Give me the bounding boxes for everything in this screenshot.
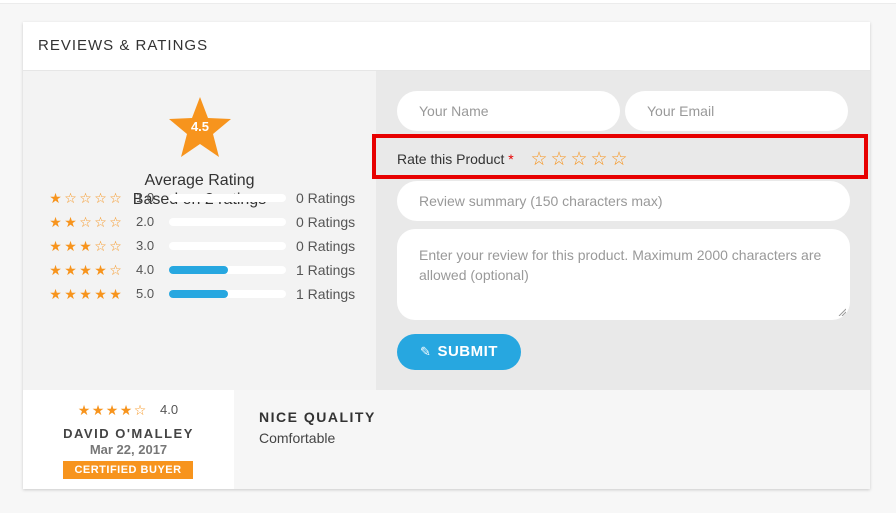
reviews-card: REVIEWS & RATINGS 4.5 Average Rating Bas…: [23, 22, 870, 489]
rate-star-icon[interactable]: ☆: [569, 148, 589, 171]
review-author: DAVID O'MALLEY: [63, 426, 194, 441]
review-title: NICE QUALITY: [259, 409, 376, 425]
star-filled-icon: ★: [49, 238, 62, 254]
row-count: 0 Ratings: [296, 190, 356, 206]
star-empty-icon: ☆: [94, 190, 107, 206]
review-rating-value: 4.0: [160, 402, 179, 417]
star-empty-icon: ☆: [109, 214, 122, 230]
row-value: 1.0: [136, 190, 155, 205]
row-stars: ★ ★ ★ ★ ★: [48, 286, 123, 302]
review-textarea[interactable]: Enter your review for this product. Maxi…: [397, 229, 850, 320]
rating-bar: [169, 242, 286, 250]
average-rating-value: 4.5: [190, 119, 210, 134]
rating-summary-pane: 4.5 Average Rating Based on 2 ratings ★☆…: [23, 71, 376, 390]
star-filled-icon: ★: [77, 402, 91, 418]
star-empty-icon: ☆: [109, 190, 122, 206]
star-filled-icon: ★: [105, 402, 119, 418]
certified-buyer-badge: CERTIFIED BUYER: [63, 461, 193, 479]
star-filled-icon: ★: [79, 286, 92, 302]
rate-product-text: Rate this Product: [397, 151, 505, 167]
rating-row: ★ ★ ★ ★ ★ 5.0 1 Ratings: [48, 284, 378, 304]
star-filled-icon: ★: [64, 238, 77, 254]
star-filled-icon: ★: [49, 214, 62, 230]
review-content-panel: NICE QUALITY Comfortable: [234, 390, 870, 489]
review-summary-input[interactable]: Review summary (150 characters max): [397, 181, 850, 221]
review-author-panel: ★★★★☆ 4.0 DAVID O'MALLEY Mar 22, 2017 CE…: [23, 390, 234, 489]
section-title: REVIEWS & RATINGS: [38, 37, 209, 54]
star-filled-icon: ★: [94, 262, 107, 278]
star-filled-icon: ★: [79, 262, 92, 278]
rating-bar: [169, 218, 286, 226]
row-count: 0 Ratings: [296, 238, 356, 254]
rating-row: ★ ★ ★ ☆ ☆ 3.0 0 Ratings: [48, 236, 378, 256]
rate-star-icon[interactable]: ☆: [549, 148, 569, 171]
review-textarea-placeholder: Enter your review for this product. Maxi…: [419, 247, 822, 283]
name-input[interactable]: Your Name: [397, 91, 620, 131]
resize-handle-icon[interactable]: [838, 308, 846, 316]
submit-button[interactable]: ✎ SUBMIT: [397, 334, 521, 370]
star-filled-icon: ★: [64, 286, 77, 302]
row-stars: ★ ★ ★ ★ ☆: [48, 262, 123, 278]
star-filled-icon: ★: [64, 262, 77, 278]
review-body: Comfortable: [259, 430, 336, 446]
star-filled-icon: ★: [49, 190, 62, 206]
star-empty-icon: ☆: [94, 238, 107, 254]
star-empty-icon: ☆: [64, 190, 77, 206]
review-stars: ★★★★☆: [77, 402, 147, 419]
rate-product-label: Rate this Product *: [397, 151, 514, 167]
star-filled-icon: ★: [119, 402, 133, 418]
row-count: 1 Ratings: [296, 286, 356, 302]
star-empty-icon: ☆: [79, 190, 92, 206]
row-count: 1 Ratings: [296, 262, 356, 278]
rate-star-icon[interactable]: ☆: [609, 148, 629, 171]
star-filled-icon: ★: [64, 214, 77, 230]
row-value: 3.0: [136, 238, 155, 253]
rating-bar-fill: [169, 266, 228, 274]
star-empty-icon: ☆: [109, 238, 122, 254]
star-empty-icon: ☆: [109, 262, 122, 278]
rate-star-icon[interactable]: ☆: [589, 148, 609, 171]
card-header: REVIEWS & RATINGS: [23, 22, 870, 71]
row-stars: ★ ☆ ☆ ☆ ☆: [48, 190, 123, 206]
star-filled-icon: ★: [109, 286, 122, 302]
rate-stars: ☆ ☆ ☆ ☆ ☆: [529, 148, 629, 171]
rating-bar-fill: [169, 290, 228, 298]
rating-bar: [169, 194, 286, 202]
review-date: Mar 22, 2017: [89, 442, 168, 457]
rating-bar: [169, 266, 286, 274]
star-filled-icon: ★: [91, 402, 105, 418]
rating-bar: [169, 290, 286, 298]
email-input[interactable]: Your Email: [625, 91, 848, 131]
star-empty-icon: ☆: [133, 402, 147, 418]
top-divider: [0, 0, 896, 4]
star-empty-icon: ☆: [79, 214, 92, 230]
star-filled-icon: ★: [49, 286, 62, 302]
rate-product-field: Rate this Product * ☆ ☆ ☆ ☆ ☆: [372, 134, 868, 179]
star-empty-icon: ☆: [94, 214, 107, 230]
star-filled-icon: ★: [49, 262, 62, 278]
row-count: 0 Ratings: [296, 214, 356, 230]
edit-icon: ✎: [420, 344, 432, 359]
rating-row: ★ ★ ☆ ☆ ☆ 2.0 0 Ratings: [48, 212, 378, 232]
review-form: Your Name Your Email Rate this Product *…: [372, 71, 870, 390]
rating-row: ★ ☆ ☆ ☆ ☆ 1.0 0 Ratings: [48, 188, 378, 208]
submit-label: SUBMIT: [437, 343, 498, 360]
row-value: 4.0: [136, 262, 155, 277]
star-filled-icon: ★: [79, 238, 92, 254]
row-value: 2.0: [136, 214, 155, 229]
row-value: 5.0: [136, 286, 155, 301]
required-marker: *: [508, 151, 514, 167]
average-rating-star: 4.5: [168, 96, 232, 158]
row-stars: ★ ★ ★ ☆ ☆: [48, 238, 123, 254]
row-stars: ★ ★ ☆ ☆ ☆: [48, 214, 123, 230]
rate-star-icon[interactable]: ☆: [529, 148, 549, 171]
star-filled-icon: ★: [94, 286, 107, 302]
rating-row: ★ ★ ★ ★ ☆ 4.0 1 Ratings: [48, 260, 378, 280]
